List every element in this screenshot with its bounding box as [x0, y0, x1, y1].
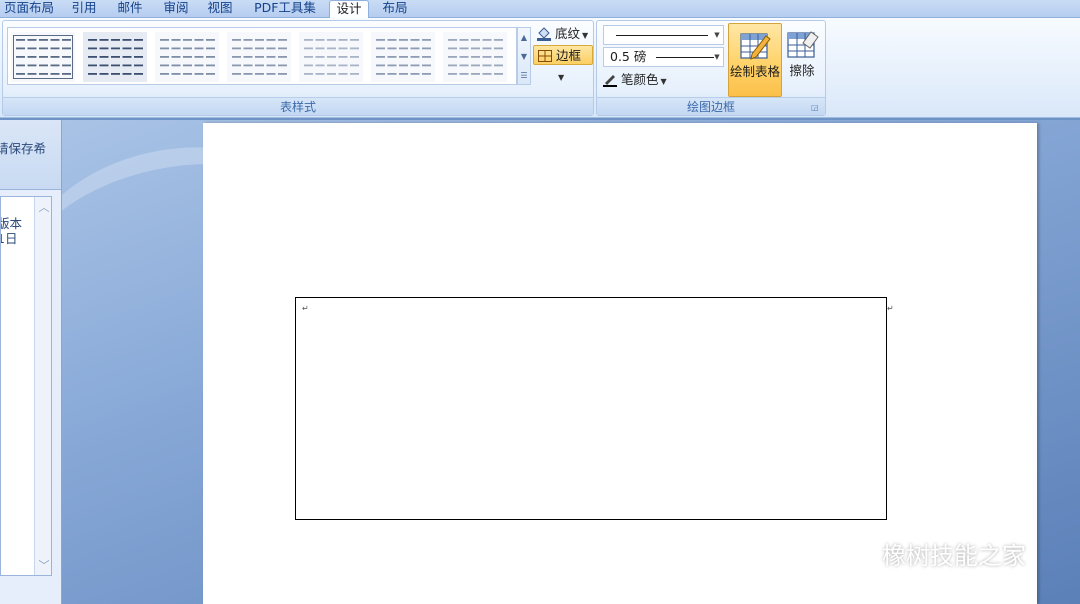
- line-weight-preview: [656, 57, 714, 58]
- dropdown-arrow-icon: ▼: [558, 73, 565, 82]
- left-pane-header: 请保存希: [0, 120, 61, 190]
- borders-icon: [538, 50, 552, 62]
- draw-borders-group: ▼ 0.5 磅 ▼ 笔颜色 ▼ 绘制表格 擦除 绘图边框 ◲: [596, 20, 826, 116]
- version-list-line2: 1日: [1, 231, 18, 246]
- ribbon-tab-bar: 页面布局 引用 邮件 审阅 视图 PDF工具集 设计 布局: [0, 0, 1080, 19]
- tab-mailings[interactable]: 邮件: [108, 0, 152, 18]
- table-style-swatch[interactable]: [83, 32, 147, 82]
- tab-review[interactable]: 审阅: [154, 0, 198, 18]
- table-grid-icon: [371, 32, 435, 82]
- tab-references[interactable]: 引用: [62, 0, 106, 18]
- table-style-swatch[interactable]: [299, 32, 363, 82]
- pen-color-label: 笔颜色: [621, 72, 659, 87]
- table-style-swatch[interactable]: [443, 32, 507, 82]
- document-table[interactable]: [295, 297, 887, 520]
- table-grid-icon: [11, 32, 75, 82]
- shading-button[interactable]: 底纹 ▼: [533, 24, 592, 44]
- table-style-swatch[interactable]: [227, 32, 291, 82]
- dropdown-arrow-icon: ▼: [660, 77, 667, 86]
- dialog-launcher-icon[interactable]: ◲: [811, 103, 821, 113]
- table-grid-icon: [443, 32, 507, 82]
- draw-table-pencil-icon: [740, 33, 771, 60]
- tab-page-layout[interactable]: 页面布局: [0, 0, 58, 18]
- table-grid-icon: [83, 32, 147, 82]
- left-pane: 请保存希 版本 1日 ︿ ﹀: [0, 120, 62, 604]
- shading-label: 底纹: [555, 26, 581, 41]
- line-style-select[interactable]: ▼: [603, 25, 724, 45]
- tab-view[interactable]: 视图: [200, 0, 240, 18]
- line-style-preview: [616, 35, 708, 36]
- borders-label: 边框: [556, 48, 582, 63]
- borders-button[interactable]: 边框 ▼: [533, 45, 593, 82]
- tab-layout[interactable]: 布局: [374, 0, 416, 18]
- dropdown-arrow-icon: ▼: [582, 31, 589, 40]
- tab-pdf-tools[interactable]: PDF工具集: [246, 0, 324, 18]
- draw-table-label: 绘制表格: [729, 64, 780, 79]
- pen-icon: [603, 75, 617, 87]
- draw-table-button[interactable]: 绘制表格: [728, 23, 782, 97]
- table-style-swatch[interactable]: [371, 32, 435, 82]
- cell-end-mark: ↵: [302, 304, 309, 313]
- ribbon: ▲ ▼ ☰ 底纹 ▼ 边框▼ 表样式 ▼ 0.5 磅 ▼ 笔颜色 ▼ 绘制表格 …: [0, 18, 1080, 118]
- wechat-icon: [838, 544, 877, 571]
- draw-borders-group-label: 绘图边框: [597, 97, 825, 115]
- gallery-up-icon[interactable]: ▲: [518, 28, 530, 47]
- gallery-more-icon[interactable]: ☰: [518, 66, 530, 85]
- table-style-swatch[interactable]: [11, 32, 75, 82]
- row-end-mark: ↵: [887, 304, 894, 313]
- watermark: 橡树技能之家: [836, 540, 1026, 572]
- paint-bucket-icon: [537, 27, 551, 41]
- dropdown-arrow-icon: ▼: [714, 31, 720, 39]
- watermark-text: 橡树技能之家: [882, 542, 1026, 570]
- scroll-down-icon[interactable]: ﹀: [35, 557, 51, 573]
- eraser-label: 擦除: [789, 63, 815, 78]
- scroll-up-icon[interactable]: ︿: [35, 199, 51, 215]
- left-pane-header-text: 请保存希: [0, 141, 47, 156]
- table-style-gallery: [7, 27, 517, 85]
- table-grid-icon: [299, 32, 363, 82]
- table-styles-group-label: 表样式: [3, 97, 593, 115]
- table-styles-group: ▲ ▼ ☰ 底纹 ▼ 边框▼ 表样式: [2, 20, 594, 116]
- line-weight-value: 0.5 磅: [610, 49, 647, 64]
- gallery-down-icon[interactable]: ▼: [518, 47, 530, 66]
- dropdown-arrow-icon: ▼: [714, 53, 720, 61]
- version-list[interactable]: 版本 1日 ︿ ﹀: [0, 196, 52, 576]
- gallery-scrollbar[interactable]: ▲ ▼ ☰: [517, 27, 531, 85]
- tab-design[interactable]: 设计: [329, 0, 369, 19]
- line-weight-select[interactable]: 0.5 磅 ▼: [603, 47, 724, 67]
- eraser-icon: [787, 31, 819, 58]
- table-grid-icon: [155, 32, 219, 82]
- version-list-scrollbar[interactable]: ︿ ﹀: [34, 197, 51, 575]
- eraser-button[interactable]: 擦除: [782, 23, 822, 97]
- table-style-swatch[interactable]: [155, 32, 219, 82]
- table-grid-icon: [227, 32, 291, 82]
- pen-color-button[interactable]: 笔颜色 ▼: [599, 70, 671, 90]
